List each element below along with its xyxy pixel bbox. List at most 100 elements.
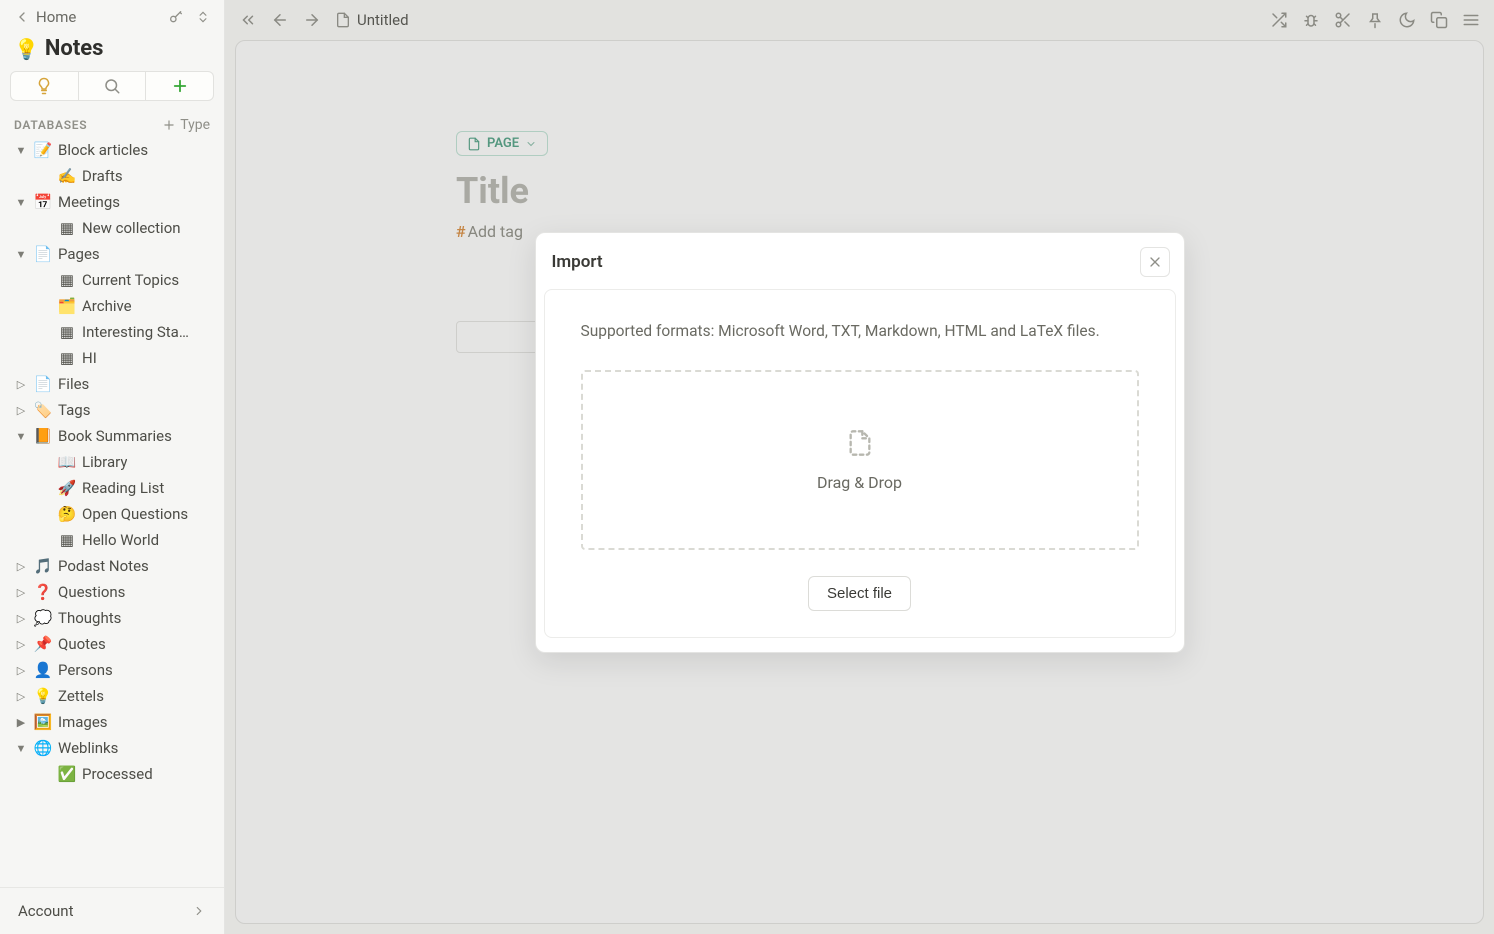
chevron-down-icon[interactable]: ▼: [14, 144, 28, 157]
workspace-emoji-icon: 💡: [14, 37, 39, 61]
chevron-down-icon[interactable]: ▼: [14, 248, 28, 261]
tree-item[interactable]: ▼ 📄 Pages: [4, 241, 220, 267]
tree-item-label: Reading List: [82, 479, 164, 497]
tree-item[interactable]: ▷💭Thoughts: [4, 605, 220, 631]
tree-item-label: Hello World: [82, 531, 159, 549]
file-dashed-icon: [846, 429, 874, 457]
chevron-down-icon[interactable]: ▼: [14, 430, 28, 443]
item-emoji-icon: 🗂️: [58, 297, 76, 315]
chevron-right-icon[interactable]: ▷: [14, 664, 28, 677]
tree-item-label: Meetings: [58, 193, 120, 211]
item-emoji-icon: 📌: [34, 635, 52, 653]
tree-item[interactable]: ▷▦Interesting Sta…: [4, 319, 220, 345]
tree-item[interactable]: ▼🌐Weblinks: [4, 735, 220, 761]
chevron-right-icon[interactable]: ▷: [14, 612, 28, 625]
tree-item[interactable]: ▷🚀Reading List: [4, 475, 220, 501]
tree-item[interactable]: ▷🎵Podast Notes: [4, 553, 220, 579]
item-emoji-icon: ▦: [58, 323, 76, 341]
modal-close-button[interactable]: [1140, 247, 1170, 277]
item-emoji-icon: 📝: [34, 141, 52, 159]
sidebar-tab-add[interactable]: [146, 71, 214, 101]
tree-item[interactable]: ▷🤔Open Questions: [4, 501, 220, 527]
tree-item[interactable]: ▷✍️Drafts: [4, 163, 220, 189]
home-label[interactable]: Home: [36, 8, 156, 26]
tree-item-label: Current Topics: [82, 271, 179, 289]
tree-item[interactable]: ▼ 📙 Book Summaries: [4, 423, 220, 449]
account-button[interactable]: Account: [0, 887, 224, 934]
main-area: Untitled PAGE: [225, 0, 1494, 934]
tree-item-label: Archive: [82, 297, 132, 315]
item-emoji-icon: 🎵: [34, 557, 52, 575]
tree-item-label: HI: [82, 349, 97, 367]
chevron-down-icon[interactable]: ▼: [14, 196, 28, 209]
chevron-right-icon[interactable]: ▷: [14, 586, 28, 599]
tree-item[interactable]: ▷🗂️Archive: [4, 293, 220, 319]
item-emoji-icon: 📄: [34, 375, 52, 393]
dropzone-label: Drag & Drop: [817, 473, 902, 492]
chevron-right-icon[interactable]: ▷: [14, 690, 28, 703]
tree-item[interactable]: ▼ 📅 Meetings: [4, 189, 220, 215]
tree-item[interactable]: ▷✅Processed: [4, 761, 220, 787]
tree-item[interactable]: ▷❓Questions: [4, 579, 220, 605]
item-emoji-icon: 📄: [34, 245, 52, 263]
tree-item[interactable]: ▷▦Current Topics: [4, 267, 220, 293]
sidebar-tab-search[interactable]: [79, 71, 147, 101]
chevron-right-icon[interactable]: ▷: [14, 404, 28, 417]
chevron-right-icon[interactable]: ▷: [14, 638, 28, 651]
item-emoji-icon: 💭: [34, 609, 52, 627]
item-emoji-icon: ✅: [58, 765, 76, 783]
tree-item[interactable]: ▷ 📄 Files: [4, 371, 220, 397]
item-emoji-icon: 🚀: [58, 479, 76, 497]
sidebar: Home 💡 Notes DATABASES Type ▼ 📝 Block arti…: [0, 0, 225, 934]
modal-title: Import: [552, 252, 603, 272]
tree-item[interactable]: ▷ 🏷️ Tags: [4, 397, 220, 423]
tree-item[interactable]: ▷▦Hello World: [4, 527, 220, 553]
tree-item[interactable]: ▷▦HI: [4, 345, 220, 371]
tree-item-label: Files: [58, 375, 89, 393]
tree-item-label: Tags: [58, 401, 90, 419]
tree-item[interactable]: ▷📌Quotes: [4, 631, 220, 657]
workspace-name: Notes: [45, 36, 104, 61]
tree-item-label: Interesting Sta…: [82, 323, 189, 341]
modal-overlay[interactable]: Import Supported formats: Microsoft Word…: [225, 0, 1494, 934]
tree-item-label: Weblinks: [58, 739, 118, 757]
chevron-right-icon[interactable]: ▷: [14, 378, 28, 391]
item-emoji-icon: 📙: [34, 427, 52, 445]
tree-item-label: Book Summaries: [58, 427, 172, 445]
item-emoji-icon: 🖼️: [34, 713, 52, 731]
tree-item-label: Block articles: [58, 141, 148, 159]
item-emoji-icon: ▦: [58, 219, 76, 237]
tree-item-label: Pages: [58, 245, 100, 263]
back-home-icon[interactable]: [14, 9, 30, 25]
item-emoji-icon: 📅: [34, 193, 52, 211]
tree-item[interactable]: ▷💡Zettels: [4, 683, 220, 709]
item-emoji-icon: 📖: [58, 453, 76, 471]
chevron-right-filled-icon[interactable]: ▶: [14, 716, 28, 729]
tree-item[interactable]: ▷▦New collection: [4, 215, 220, 241]
chevron-right-icon[interactable]: ▷: [14, 560, 28, 573]
workspace-title[interactable]: 💡 Notes: [0, 30, 224, 71]
item-emoji-icon: 💡: [34, 687, 52, 705]
tree-item[interactable]: ▷👤Persons: [4, 657, 220, 683]
expand-collapse-icon[interactable]: [196, 9, 210, 25]
item-emoji-icon: ✍️: [58, 167, 76, 185]
databases-section-label: DATABASES: [14, 118, 87, 132]
tree-item[interactable]: ▼ 📝 Block articles: [4, 137, 220, 163]
add-type-button[interactable]: Type: [162, 117, 210, 133]
tree-item[interactable]: ▷📖Library: [4, 449, 220, 475]
settings-key-icon[interactable]: [168, 9, 184, 25]
select-file-button[interactable]: Select file: [808, 576, 911, 611]
sidebar-tab-ideas[interactable]: [10, 71, 79, 101]
item-emoji-icon: 👤: [34, 661, 52, 679]
item-emoji-icon: ❓: [34, 583, 52, 601]
sidebar-tree: ▼ 📝 Block articles ▷✍️Drafts ▼ 📅 Meetings ▷▦New…: [0, 137, 224, 887]
sidebar-tab-bar: [0, 71, 224, 111]
item-emoji-icon: ▦: [58, 349, 76, 367]
item-emoji-icon: 🏷️: [34, 401, 52, 419]
tree-item-label: Processed: [82, 765, 153, 783]
tree-item[interactable]: ▶🖼️Images: [4, 709, 220, 735]
chevron-down-icon[interactable]: ▼: [14, 742, 28, 755]
supported-formats-text: Supported formats: Microsoft Word, TXT, …: [581, 322, 1139, 340]
dropzone[interactable]: Drag & Drop: [581, 370, 1139, 550]
import-modal: Import Supported formats: Microsoft Word…: [535, 232, 1185, 653]
